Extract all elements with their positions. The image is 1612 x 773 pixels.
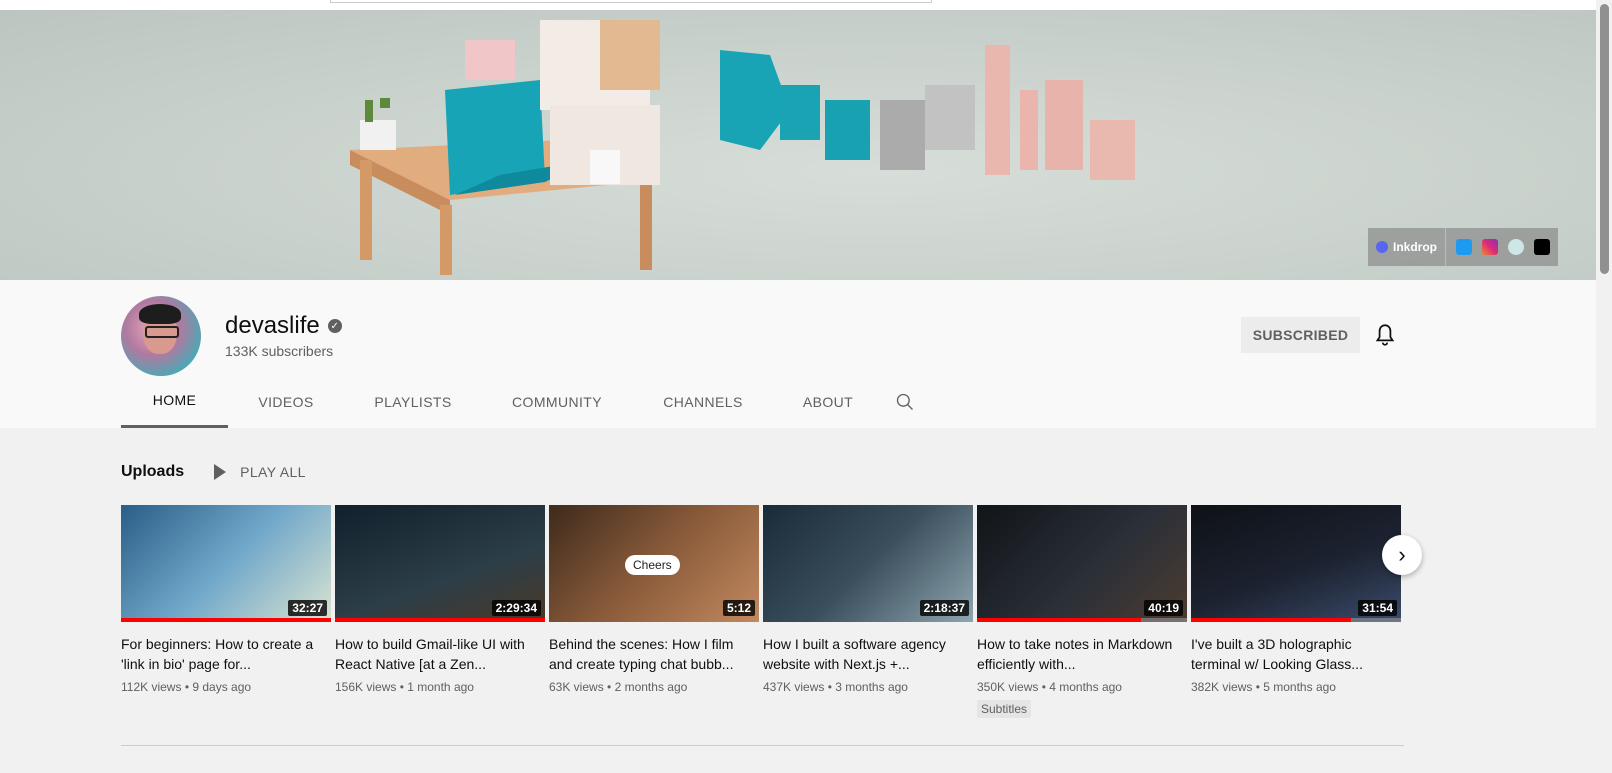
video-duration: 2:18:37 bbox=[919, 600, 969, 616]
medium-icon[interactable] bbox=[1534, 239, 1550, 255]
video-card[interactable]: 32:27 For beginners: How to create a 'lin… bbox=[121, 505, 331, 718]
video-views: 156K views bbox=[335, 680, 397, 694]
banner-art bbox=[350, 20, 1135, 275]
subscriber-count: 133K subscribers bbox=[225, 343, 334, 359]
banner-links: Inkdrop bbox=[1368, 228, 1558, 266]
thumbnail-bubble: Cheers bbox=[625, 555, 680, 575]
chevron-right-icon: › bbox=[1398, 542, 1406, 567]
watch-progress-bar bbox=[977, 618, 1141, 622]
video-age: 5 months ago bbox=[1263, 680, 1336, 694]
inkdrop-icon bbox=[1376, 241, 1388, 253]
watch-progress-bar bbox=[1191, 618, 1351, 622]
verified-icon: ✓ bbox=[327, 319, 342, 333]
video-thumbnail[interactable]: 40:19 bbox=[977, 505, 1187, 622]
video-thumbnail[interactable]: Cheers 5:12 bbox=[549, 505, 759, 622]
scrollbar-thumb[interactable] bbox=[1600, 4, 1609, 274]
tab-videos[interactable]: VIDEOS bbox=[228, 375, 344, 428]
channel-name-row: devaslife ✓ bbox=[225, 312, 342, 340]
tab-channels[interactable]: CHANNELS bbox=[632, 375, 774, 428]
channel-tabs: HOME VIDEOS PLAYLISTS COMMUNITY CHANNELS… bbox=[121, 375, 918, 428]
uploads-title: Uploads bbox=[121, 463, 185, 480]
subscribed-button[interactable]: SUBSCRIBED bbox=[1241, 317, 1360, 353]
channel-banner: Inkdrop bbox=[0, 10, 1596, 280]
video-thumbnail[interactable]: 32:27 bbox=[121, 505, 331, 622]
video-duration: 5:12 bbox=[722, 600, 755, 616]
avatar-glasses bbox=[145, 326, 179, 338]
video-views: 112K views bbox=[121, 680, 182, 694]
home-content: Uploads PLAY ALL 32:27 For beginners: How… bbox=[0, 428, 1596, 773]
subtitles-badge: Subtitles bbox=[977, 700, 1032, 718]
video-thumbnail[interactable]: 2:29:34 bbox=[335, 505, 545, 622]
play-all-button[interactable]: PLAY ALL bbox=[214, 464, 306, 480]
channel-header: devaslife ✓ 133K subscribers SUBSCRIBED … bbox=[0, 280, 1596, 428]
uploads-header: Uploads PLAY ALL bbox=[121, 463, 306, 481]
inkdrop-label: Inkdrop bbox=[1393, 240, 1437, 254]
watch-progress-bar bbox=[121, 618, 331, 622]
video-thumbnail[interactable]: 2:18:37 bbox=[763, 505, 973, 622]
video-card[interactable]: 31:54 I've built a 3D holographic termina… bbox=[1191, 505, 1401, 718]
video-duration: 32:27 bbox=[288, 600, 327, 616]
play-all-label: PLAY ALL bbox=[240, 464, 306, 480]
channel-avatar[interactable] bbox=[121, 296, 201, 376]
video-age: 1 month ago bbox=[407, 680, 474, 694]
avatar-hair bbox=[139, 304, 181, 324]
video-meta: 63K views • 2 months ago bbox=[549, 680, 688, 694]
video-meta: 156K views • 1 month ago bbox=[335, 680, 474, 694]
section-divider bbox=[121, 745, 1404, 746]
watch-progress-bar bbox=[335, 618, 545, 622]
video-title[interactable]: How to build Gmail-like UI with React Na… bbox=[335, 634, 545, 674]
video-age: 2 months ago bbox=[614, 680, 688, 694]
video-title[interactable]: How I built a software agency website wi… bbox=[763, 634, 973, 674]
play-icon bbox=[214, 464, 227, 480]
video-card[interactable]: 40:19 How to take notes in Markdown effic… bbox=[977, 505, 1187, 718]
shelf-next-button[interactable]: › bbox=[1382, 535, 1422, 575]
video-views: 382K views bbox=[1191, 680, 1253, 694]
tab-playlists[interactable]: PLAYLISTS bbox=[344, 375, 482, 428]
video-age: 9 days ago bbox=[192, 680, 252, 694]
video-duration: 31:54 bbox=[1358, 600, 1397, 616]
video-meta: 112K views • 9 days ago bbox=[121, 680, 252, 694]
video-title[interactable]: Behind the scenes: How I film and create… bbox=[549, 634, 759, 674]
video-age: 3 months ago bbox=[835, 680, 908, 694]
top-strip bbox=[0, 0, 1596, 10]
video-duration: 2:29:34 bbox=[491, 600, 541, 616]
video-views: 437K views bbox=[763, 680, 825, 694]
inkdrop-link[interactable]: Inkdrop bbox=[1376, 228, 1446, 266]
video-meta: 350K views • 4 months ago bbox=[977, 680, 1122, 694]
search-box-edge bbox=[330, 0, 932, 3]
channel-name: devaslife bbox=[225, 312, 320, 339]
video-card[interactable]: 2:18:37 How I built a software agency web… bbox=[763, 505, 973, 718]
instagram-icon[interactable] bbox=[1482, 239, 1498, 255]
video-title[interactable]: How to take notes in Markdown efficientl… bbox=[977, 634, 1187, 674]
tab-home[interactable]: HOME bbox=[121, 375, 228, 428]
circle-avatar-icon[interactable] bbox=[1508, 239, 1524, 255]
page-scrollbar[interactable] bbox=[1596, 0, 1612, 773]
video-views: 63K views bbox=[549, 680, 604, 694]
uploads-shelf: 32:27 For beginners: How to create a 'lin… bbox=[121, 505, 1401, 718]
video-title[interactable]: For beginners: How to create a 'link in … bbox=[121, 634, 331, 674]
search-icon bbox=[896, 393, 913, 410]
video-title[interactable]: I've built a 3D holographic terminal w/ … bbox=[1191, 634, 1401, 674]
video-age: 4 months ago bbox=[1049, 680, 1122, 694]
video-thumbnail[interactable]: 31:54 bbox=[1191, 505, 1401, 622]
notification-bell-icon[interactable] bbox=[1372, 322, 1398, 348]
video-views: 350K views bbox=[977, 680, 1039, 694]
video-card[interactable]: 2:29:34 How to build Gmail-like UI with R… bbox=[335, 505, 545, 718]
video-card[interactable]: Cheers 5:12 Behind the scenes: How I film … bbox=[549, 505, 759, 718]
video-meta: 382K views • 5 months ago bbox=[1191, 680, 1336, 694]
tab-about[interactable]: ABOUT bbox=[774, 375, 882, 428]
video-meta: 437K views • 3 months ago bbox=[763, 680, 908, 694]
channel-search-icon[interactable] bbox=[892, 375, 918, 428]
tab-community[interactable]: COMMUNITY bbox=[482, 375, 632, 428]
video-duration: 40:19 bbox=[1144, 600, 1183, 616]
twitter-icon[interactable] bbox=[1456, 239, 1472, 255]
